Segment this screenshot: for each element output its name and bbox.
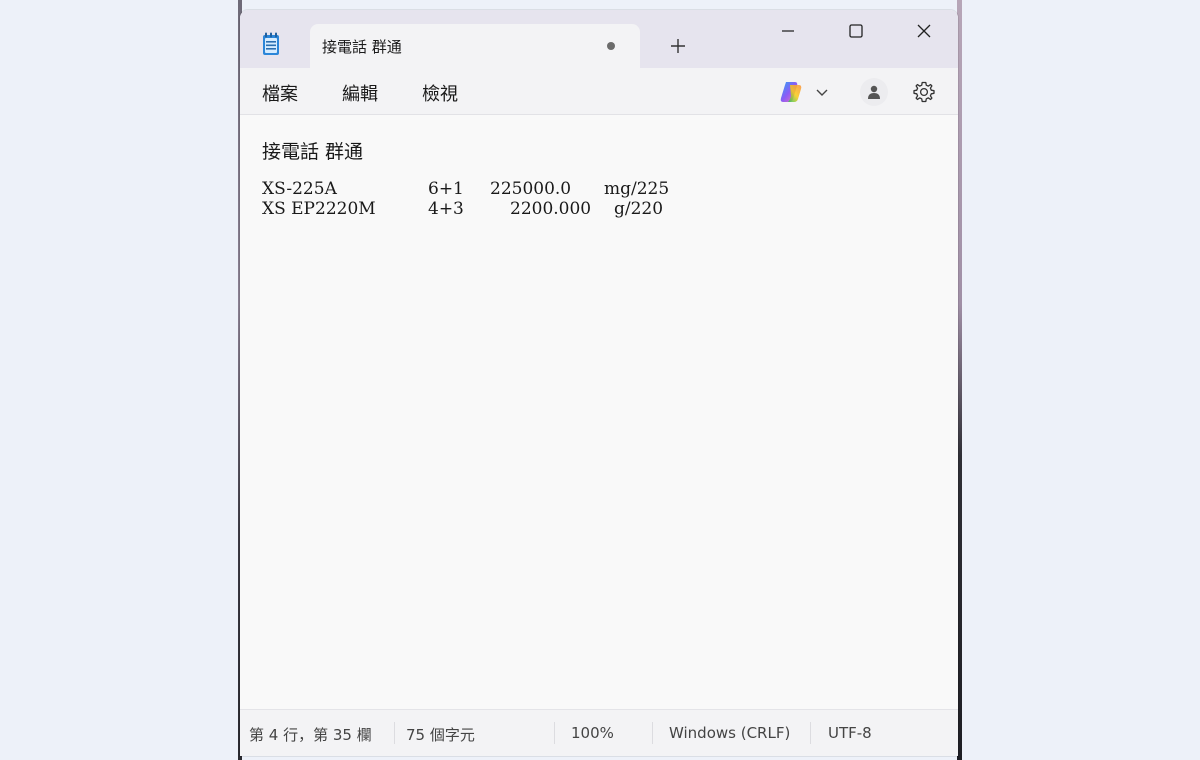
chevron-down-icon[interactable] bbox=[814, 84, 830, 100]
capacity-cell: 2200.000 bbox=[510, 199, 592, 219]
copilot-icon[interactable] bbox=[778, 79, 804, 105]
minimize-button[interactable] bbox=[768, 16, 808, 46]
divider bbox=[554, 722, 555, 744]
divider bbox=[652, 722, 653, 744]
menu-edit[interactable]: 編輯 bbox=[342, 80, 378, 106]
close-button[interactable] bbox=[904, 16, 944, 46]
unit-cell: mg/225 bbox=[604, 179, 670, 199]
model-cell: XS-225A bbox=[262, 179, 337, 199]
unsaved-dot-icon[interactable] bbox=[606, 41, 616, 51]
gear-icon[interactable] bbox=[912, 80, 936, 104]
unit-cell: g/220 bbox=[614, 199, 664, 219]
plus-icon bbox=[671, 39, 685, 53]
text-editor[interactable]: 接電話 群通 XS-225A 6+1 225000.0 mg/225 XS EP… bbox=[240, 115, 958, 709]
tab-document[interactable]: 接電話 群通 bbox=[310, 24, 640, 68]
close-icon bbox=[917, 24, 931, 38]
cursor-position: 第 4 行，第 35 欄 bbox=[249, 726, 372, 744]
new-tab-button[interactable] bbox=[664, 34, 692, 58]
notepad-icon bbox=[263, 32, 279, 55]
encoding[interactable]: UTF-8 bbox=[828, 724, 872, 742]
title-bar[interactable]: 接電話 群通 bbox=[240, 10, 958, 68]
capacity-cell: 225000.0 bbox=[490, 179, 572, 199]
config-cell: 4+3 bbox=[428, 199, 464, 219]
divider bbox=[394, 722, 395, 744]
minimize-icon bbox=[782, 30, 794, 32]
account-icon bbox=[868, 85, 880, 99]
menu-view[interactable]: 檢視 bbox=[422, 80, 458, 106]
status-bar: 第 4 行，第 35 欄 75 個字元 100% Windows (CRLF) … bbox=[240, 709, 958, 756]
notepad-window: 接電話 群通 檔案 編輯 檢視 接電話 群通 XS-225A 6+1 22500… bbox=[240, 10, 958, 756]
maximize-button[interactable] bbox=[836, 16, 876, 46]
document-heading: 接電話 群通 bbox=[262, 141, 364, 163]
account-button[interactable] bbox=[860, 78, 888, 106]
divider bbox=[810, 722, 811, 744]
menu-file[interactable]: 檔案 bbox=[262, 80, 298, 106]
desktop-background bbox=[962, 0, 1200, 760]
tab-title: 接電話 群通 bbox=[322, 38, 402, 56]
model-cell: XS EP2220M bbox=[262, 199, 376, 219]
line-ending[interactable]: Windows (CRLF) bbox=[669, 724, 790, 742]
menu-bar: 檔案 編輯 檢視 bbox=[240, 68, 958, 115]
character-count: 75 個字元 bbox=[406, 726, 475, 744]
zoom-level[interactable]: 100% bbox=[571, 724, 614, 742]
config-cell: 6+1 bbox=[428, 179, 464, 199]
maximize-icon bbox=[849, 24, 863, 38]
